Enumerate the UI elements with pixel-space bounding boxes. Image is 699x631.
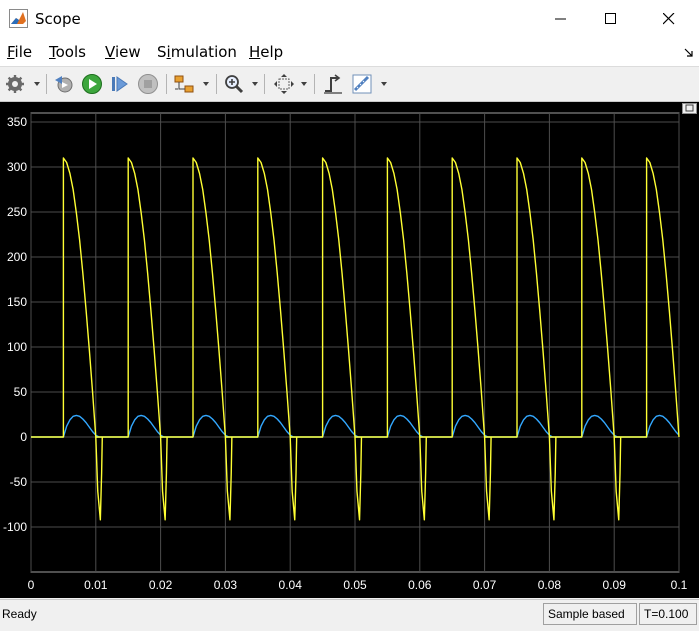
measurements-dropdown-icon[interactable] [381,82,387,86]
triggers-button[interactable] [321,72,345,96]
y-tick-label: 100 [7,340,27,354]
y-tick-label: 200 [7,250,27,264]
y-tick-label: 50 [14,385,28,399]
y-tick-label: 350 [7,115,27,129]
dock-arrow-icon[interactable] [684,48,694,58]
maximize-button[interactable] [588,0,634,38]
undock-icon [685,104,694,112]
y-tick-label: 0 [20,430,27,444]
menu-bar: File Tools View Simulation Help [0,38,699,67]
step-back-button[interactable] [52,72,76,96]
highlight-dropdown-icon[interactable] [203,82,209,86]
x-tick-label: 0.03 [214,578,238,592]
menu-file[interactable]: File [7,43,32,61]
menu-tools[interactable]: Tools [49,43,86,61]
zoom-dropdown-icon[interactable] [252,82,258,86]
window-title: Scope [35,10,81,28]
settings-dropdown-icon[interactable] [34,82,40,86]
menu-help[interactable]: Help [249,43,283,61]
x-tick-label: 0.09 [603,578,627,592]
y-tick-label: -50 [10,475,28,489]
highlight-icon [174,75,194,93]
toolbar-separator [264,74,265,94]
x-tick-label: 0.02 [149,578,173,592]
scope-display[interactable]: -100 -50 0 50 100 150 200 250 300 350 0 0.01 0.02 0.… [0,102,699,598]
run-icon [82,74,102,94]
x-tick-label: 0 [28,578,35,592]
y-tick-label: 150 [7,295,27,309]
run-button[interactable] [80,72,104,96]
title-bar: Scope [0,0,699,38]
close-button[interactable] [646,0,692,38]
sample-mode-indicator: Sample based [543,603,637,625]
autoscale-button[interactable] [272,72,296,96]
y-tick-labels: -100 -50 0 50 100 150 200 250 300 350 [3,115,27,534]
stop-button[interactable] [136,72,160,96]
matlab-icon [9,9,28,28]
x-tick-labels: 0 0.01 0.02 0.03 0.04 0.05 0.06 0.07 0.08 0.09 0.1 [28,578,688,592]
zoom-icon [225,75,244,94]
time-indicator: T=0.100 [639,603,697,625]
x-tick-label: 0.1 [671,578,688,592]
highlight-button[interactable] [172,72,196,96]
toolbar-separator [216,74,217,94]
settings-button[interactable] [3,72,27,96]
menu-view[interactable]: View [105,43,141,61]
scope-plot[interactable]: -100 -50 0 50 100 150 200 250 300 350 0 0.01 0.02 0.… [0,102,699,598]
y-tick-label: -100 [3,520,27,534]
status-ready: Ready [2,607,37,621]
minimize-icon [555,18,566,20]
maximize-icon [605,13,616,24]
measurements-icon [352,74,372,94]
x-tick-label: 0.05 [343,578,367,592]
x-tick-label: 0.01 [84,578,108,592]
toolbar-separator [166,74,167,94]
menu-simulation[interactable]: Simulation [157,43,237,61]
step-forward-icon [112,76,128,92]
settings-icon [6,75,24,93]
x-tick-label: 0.04 [279,578,303,592]
status-bar: Ready Sample based T=0.100 [0,599,699,631]
step-forward-button[interactable] [108,72,132,96]
y-tick-label: 250 [7,205,27,219]
autoscale-icon [274,74,294,94]
triggers-icon [324,74,342,94]
close-icon [663,13,675,25]
zoom-button[interactable] [222,72,246,96]
y-tick-label: 300 [7,160,27,174]
measurements-button[interactable] [350,72,374,96]
toolbar-separator [46,74,47,94]
x-tick-label: 0.08 [538,578,562,592]
step-back-icon [55,76,73,93]
x-tick-label: 0.06 [408,578,432,592]
minimize-button[interactable] [538,0,584,38]
toolbar-separator [314,74,315,94]
x-tick-label: 0.07 [473,578,497,592]
stop-icon [138,74,158,94]
autoscale-dropdown-icon[interactable] [301,82,307,86]
toolbar [0,67,699,102]
undock-button[interactable] [682,103,697,114]
